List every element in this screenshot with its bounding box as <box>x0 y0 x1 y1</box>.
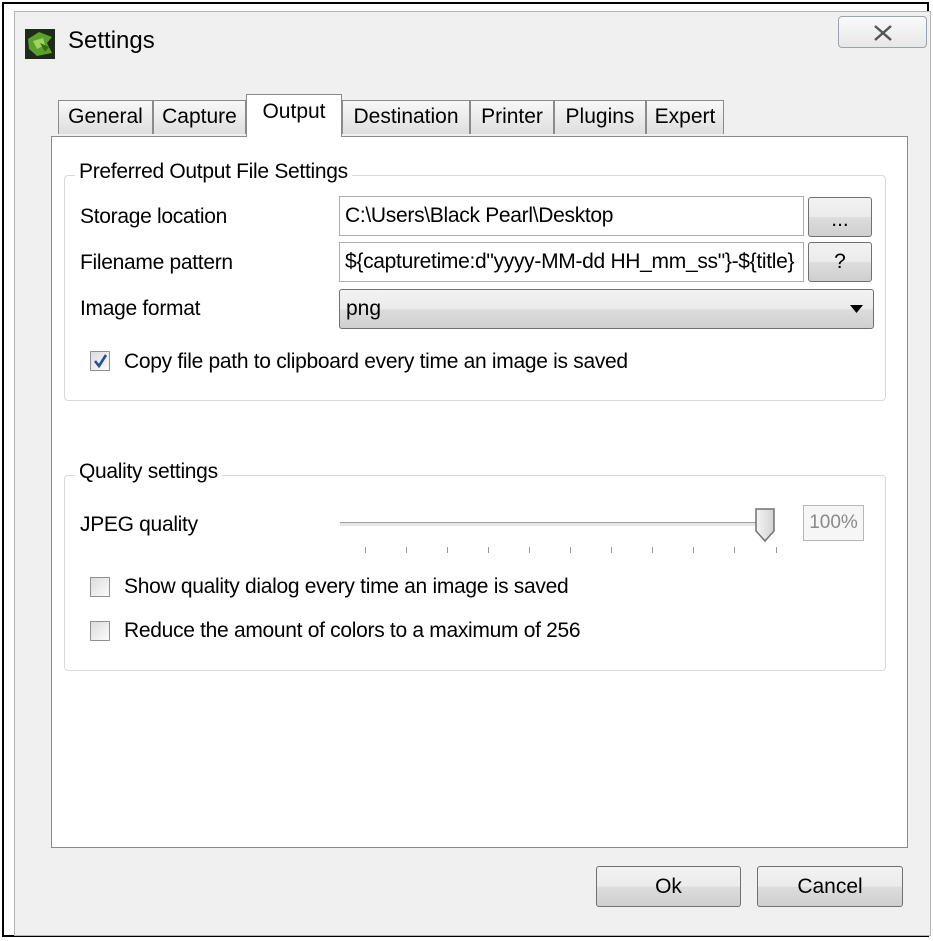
copy-path-label: Copy file path to clipboard every time a… <box>124 350 628 373</box>
reduce-colors-checkbox[interactable] <box>90 621 110 641</box>
browse-button[interactable]: ... <box>808 197 872 237</box>
slider-tick <box>447 547 448 553</box>
close-icon <box>874 25 892 41</box>
show-quality-dialog-checkbox[interactable] <box>90 577 110 597</box>
copy-path-checkbox[interactable] <box>90 351 110 371</box>
tab-destination[interactable]: Destination <box>342 100 470 134</box>
slider-tick <box>693 547 694 553</box>
tab-label: Destination <box>353 105 459 128</box>
output-tab-panel: Preferred Output File Settings Storage l… <box>51 136 908 848</box>
tab-general[interactable]: General <box>58 100 153 134</box>
tab-label: Expert <box>654 105 716 128</box>
checkmark-icon <box>93 354 108 369</box>
group-title: Preferred Output File Settings <box>75 160 352 184</box>
tab-label: Plugins <box>565 105 635 128</box>
reduce-colors-label: Reduce the amount of colors to a maximum… <box>124 619 581 642</box>
slider-tick <box>406 547 407 553</box>
slider-thumb[interactable] <box>754 507 776 543</box>
tab-label: General <box>68 105 143 128</box>
tab-plugins[interactable]: Plugins <box>554 100 646 134</box>
tab-capture[interactable]: Capture <box>153 100 246 134</box>
filename-pattern-input[interactable]: ${capturetime:d"yyyy-MM-dd HH_mm_ss"}-${… <box>339 242 804 282</box>
slider-tick <box>734 547 735 553</box>
slider-tick <box>570 547 571 553</box>
tab-output[interactable]: Output <box>246 94 342 137</box>
jpeg-quality-label: JPEG quality <box>80 513 198 536</box>
storage-location-label: Storage location <box>80 205 227 228</box>
jpeg-quality-slider-track[interactable] <box>340 522 765 527</box>
settings-dialog: Settings General Capture Output Destinat… <box>14 11 931 936</box>
slider-tick <box>652 547 653 553</box>
filename-pattern-label: Filename pattern <box>80 251 233 274</box>
jpeg-quality-value: 100% <box>803 505 864 541</box>
slider-tick <box>776 547 777 553</box>
tab-expert[interactable]: Expert <box>646 100 724 134</box>
tab-printer[interactable]: Printer <box>470 100 554 134</box>
greenshot-icon <box>25 29 55 59</box>
chevron-down-icon <box>850 305 863 313</box>
tab-label: Output <box>262 100 326 123</box>
group-title: Quality settings <box>75 460 222 484</box>
slider-tick <box>488 547 489 553</box>
tab-label: Printer <box>481 105 543 128</box>
window-title: Settings <box>68 27 155 54</box>
slider-tick <box>529 547 530 553</box>
window-frame: Settings General Capture Output Destinat… <box>2 2 931 937</box>
show-quality-dialog-label: Show quality dialog every time an image … <box>124 575 569 598</box>
close-button[interactable] <box>838 16 927 48</box>
cancel-button[interactable]: Cancel <box>757 866 903 907</box>
image-format-value: png <box>346 297 382 320</box>
slider-tick <box>611 547 612 553</box>
tab-label: Capture <box>162 105 237 128</box>
title-bar[interactable]: Settings <box>15 12 930 77</box>
image-format-select[interactable]: png <box>339 289 874 329</box>
filename-help-button[interactable]: ? <box>808 242 872 282</box>
storage-location-input[interactable]: C:\Users\Black Pearl\Desktop <box>339 196 804 236</box>
ok-button[interactable]: Ok <box>596 866 741 907</box>
image-format-label: Image format <box>80 297 201 320</box>
slider-tick <box>365 547 366 553</box>
